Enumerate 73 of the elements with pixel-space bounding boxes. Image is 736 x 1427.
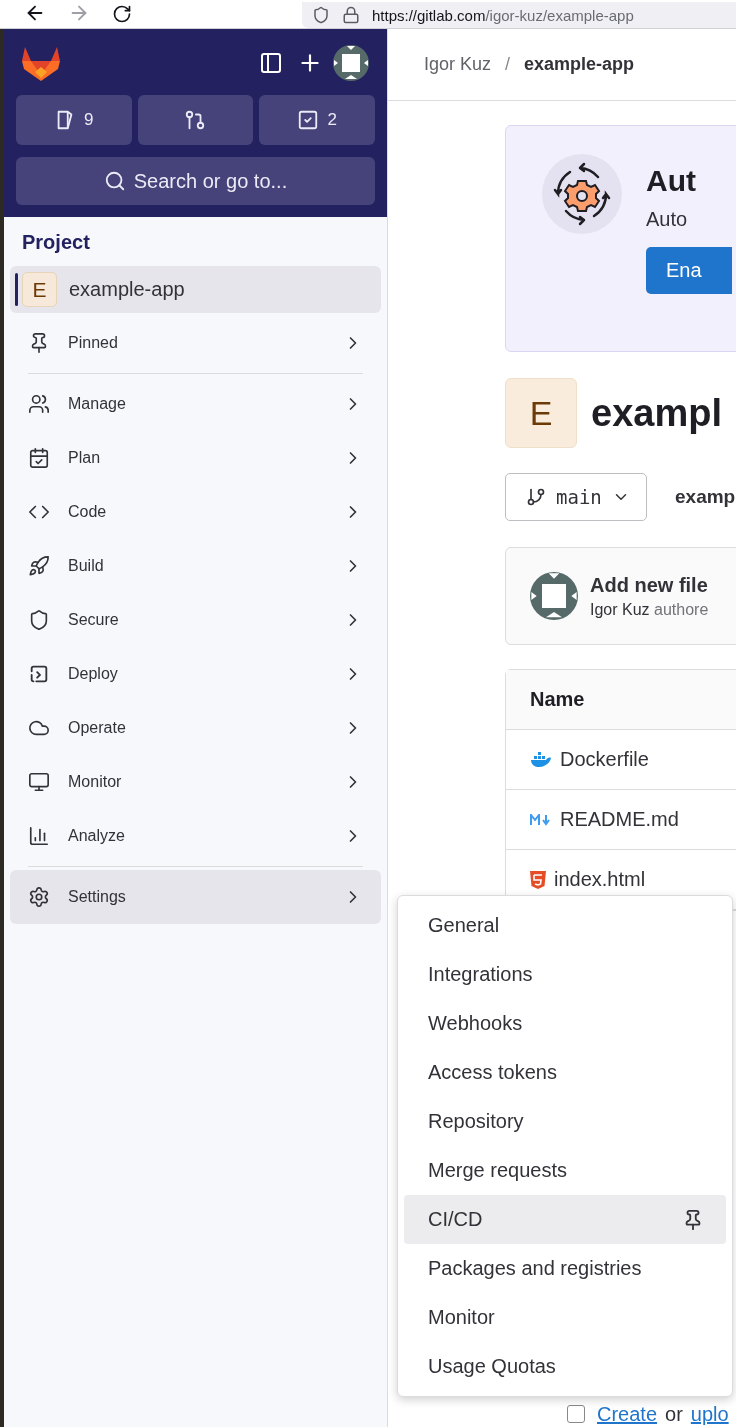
nav-item[interactable]: Pinned <box>10 316 381 370</box>
commit-author-text: Igor Kuz authore <box>590 600 709 619</box>
address-bar[interactable]: https://gitlab.com/igor-kuz/example-app <box>302 2 736 28</box>
breadcrumb-separator: / <box>505 54 511 75</box>
calendar-icon <box>28 447 50 469</box>
section-title: Project <box>21 230 91 255</box>
url-text: https://gitlab.com/igor-kuz/example-app <box>372 6 634 24</box>
banner-text: Auto <box>646 208 689 231</box>
checkbox-icon <box>297 109 320 131</box>
project-title: exampl <box>591 391 722 435</box>
menu-item[interactable]: CI/CD <box>404 1195 726 1244</box>
monitor-icon <box>28 771 50 793</box>
shield-icon <box>312 6 330 24</box>
issues-button[interactable]: 9 <box>16 95 132 145</box>
menu-item[interactable]: Monitor <box>404 1293 726 1342</box>
nav-item[interactable]: Analyze <box>10 809 381 863</box>
html-file-icon <box>530 870 546 889</box>
name-column-header: Name <box>506 670 736 730</box>
nav-item[interactable]: Code <box>10 485 381 539</box>
file-name[interactable]: index.html <box>554 869 646 890</box>
banner-title: Aut <box>646 164 697 198</box>
shield-icon <box>28 609 50 631</box>
nav-item[interactable]: Build <box>10 539 381 593</box>
create-link[interactable]: Create <box>597 1403 658 1425</box>
enable-button[interactable]: Ena <box>646 247 732 294</box>
lock-icon <box>342 6 360 24</box>
gear-cycle-icon <box>542 154 622 234</box>
breadcrumb-link[interactable]: Igor Kuz <box>424 54 492 75</box>
nav-item[interactable]: Monitor <box>10 755 381 809</box>
checkbox[interactable] <box>567 1405 585 1423</box>
nav-item[interactable]: Manage <box>10 377 381 431</box>
repository-path: examp <box>675 486 736 508</box>
file-name[interactable]: README.md <box>560 809 679 830</box>
search-button[interactable]: Search or go to... <box>16 157 375 205</box>
menu-item[interactable]: General <box>404 901 726 950</box>
user-avatar <box>333 45 369 81</box>
project-item[interactable]: E example-app <box>10 266 381 313</box>
file-name[interactable]: Dockerfile <box>560 749 649 770</box>
menu-item[interactable]: Repository <box>404 1097 726 1146</box>
breadcrumb-current[interactable]: example-app <box>524 54 635 75</box>
nav-item[interactable]: Plan <box>10 431 381 485</box>
upload-link[interactable]: uplo <box>690 1403 729 1425</box>
reload-icon[interactable] <box>112 4 132 24</box>
author-avatar <box>530 572 578 620</box>
branch-selector[interactable]: main <box>505 473 647 521</box>
todos-button[interactable]: 2 <box>259 95 375 145</box>
bar-chart-icon <box>28 825 50 847</box>
project-avatar: E <box>22 272 57 307</box>
nav-item[interactable]: Secure <box>10 593 381 647</box>
project-name: example-app <box>69 278 185 301</box>
menu-item[interactable]: Integrations <box>404 950 726 999</box>
nav-item[interactable]: Deploy <box>10 647 381 701</box>
merge-request-icon <box>184 109 207 131</box>
users-icon <box>28 393 50 415</box>
commit-title[interactable]: Add new file <box>590 573 709 597</box>
settings-icon <box>28 886 50 908</box>
menu-item[interactable]: Merge requests <box>404 1146 726 1195</box>
search-icon <box>103 170 126 192</box>
whale-icon <box>530 751 552 768</box>
deploy-icon <box>28 663 50 685</box>
menu-item[interactable]: Webhooks <box>404 999 726 1048</box>
menu-item[interactable]: Usage Quotas <box>404 1342 726 1391</box>
rocket-icon <box>28 555 50 577</box>
menu-item[interactable]: Access tokens <box>404 1048 726 1097</box>
nav-item[interactable]: Settings <box>10 870 381 924</box>
or-text: or <box>665 1403 683 1425</box>
merge-requests-button[interactable] <box>137 95 254 145</box>
project-avatar: E <box>505 378 577 448</box>
branch-icon <box>526 487 546 507</box>
nav-item[interactable]: Operate <box>10 701 381 755</box>
menu-item[interactable]: Packages and registries <box>404 1244 726 1293</box>
fox-logo-icon <box>22 45 60 81</box>
markdown-icon <box>530 813 552 826</box>
